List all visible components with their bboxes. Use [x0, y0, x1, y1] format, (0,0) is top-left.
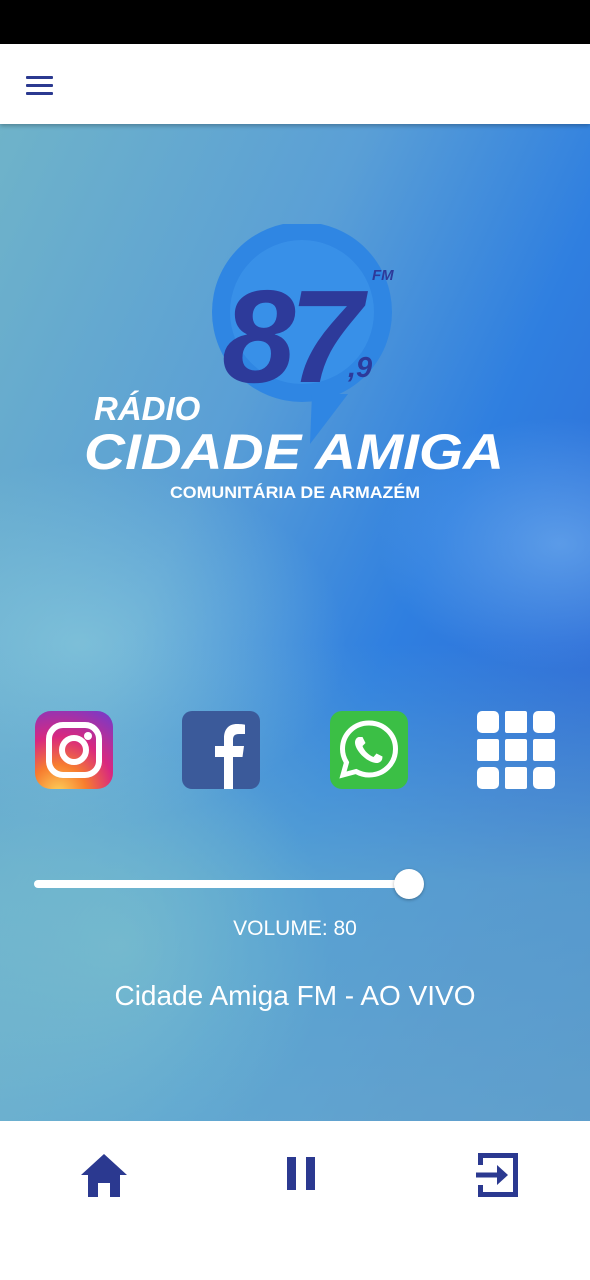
- menu-icon-line: [26, 92, 53, 95]
- volume-slider[interactable]: [34, 869, 466, 899]
- app-bar: [0, 44, 590, 124]
- volume-label: VOLUME: 80: [233, 917, 357, 940]
- logo-name: CIDADE AMIGA: [84, 424, 504, 480]
- bottom-nav: [0, 1121, 590, 1280]
- pause-button[interactable]: [273, 1147, 329, 1203]
- home-button[interactable]: [76, 1147, 132, 1203]
- instagram-icon: [35, 711, 113, 789]
- grid-icon: [477, 711, 555, 789]
- apps-button[interactable]: [477, 711, 555, 789]
- whatsapp-button[interactable]: [330, 711, 408, 789]
- logo-subtitle: COMUNITÁRIA DE ARMAZÉM: [170, 483, 420, 502]
- menu-button[interactable]: [20, 66, 60, 102]
- hero-background: 87 FM ,9 RÁDIO CIDADE AMIGA COMUNITÁRIA …: [0, 124, 590, 1121]
- logo-frequency: 87: [222, 263, 368, 410]
- volume-thumb[interactable]: [394, 869, 424, 899]
- logo-band: FM: [372, 267, 394, 284]
- pause-icon: [287, 1157, 315, 1190]
- whatsapp-icon: [330, 711, 408, 789]
- volume-track: [34, 880, 409, 888]
- menu-icon-line: [26, 84, 53, 87]
- exit-button[interactable]: [470, 1147, 526, 1203]
- menu-icon: [26, 76, 53, 79]
- logo-decimal: ,9: [347, 352, 372, 384]
- home-icon: [81, 1154, 127, 1197]
- exit-icon: [476, 1153, 518, 1197]
- facebook-button[interactable]: [182, 711, 260, 789]
- logo-radio: RÁDIO: [94, 390, 201, 427]
- instagram-button[interactable]: [35, 711, 113, 789]
- now-playing: Cidade Amiga FM - AO VIVO: [114, 980, 476, 1011]
- status-bar: [0, 0, 590, 44]
- facebook-icon: [182, 711, 260, 789]
- station-logo: 87 FM ,9 RÁDIO CIDADE AMIGA COMUNITÁRIA …: [84, 224, 504, 502]
